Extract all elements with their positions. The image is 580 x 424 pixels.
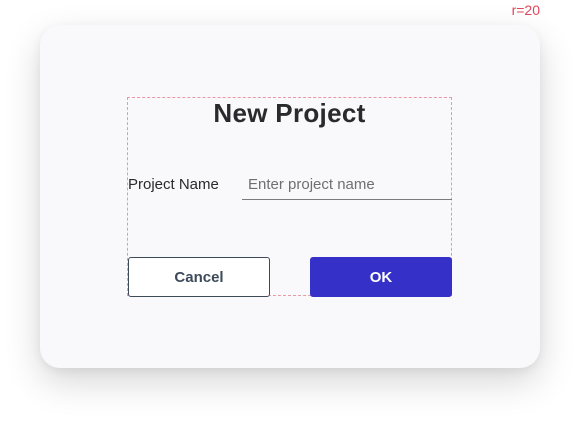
ok-button[interactable]: OK	[310, 257, 452, 297]
project-name-input[interactable]	[242, 170, 452, 200]
screen: r=20 New Project Project Name Cancel OK	[0, 0, 580, 424]
cancel-button[interactable]: Cancel	[128, 257, 270, 297]
project-name-label: Project Name	[128, 176, 219, 193]
corner-radius-annotation: r=20	[511, 2, 540, 18]
dialog-title: New Project	[213, 98, 366, 128]
